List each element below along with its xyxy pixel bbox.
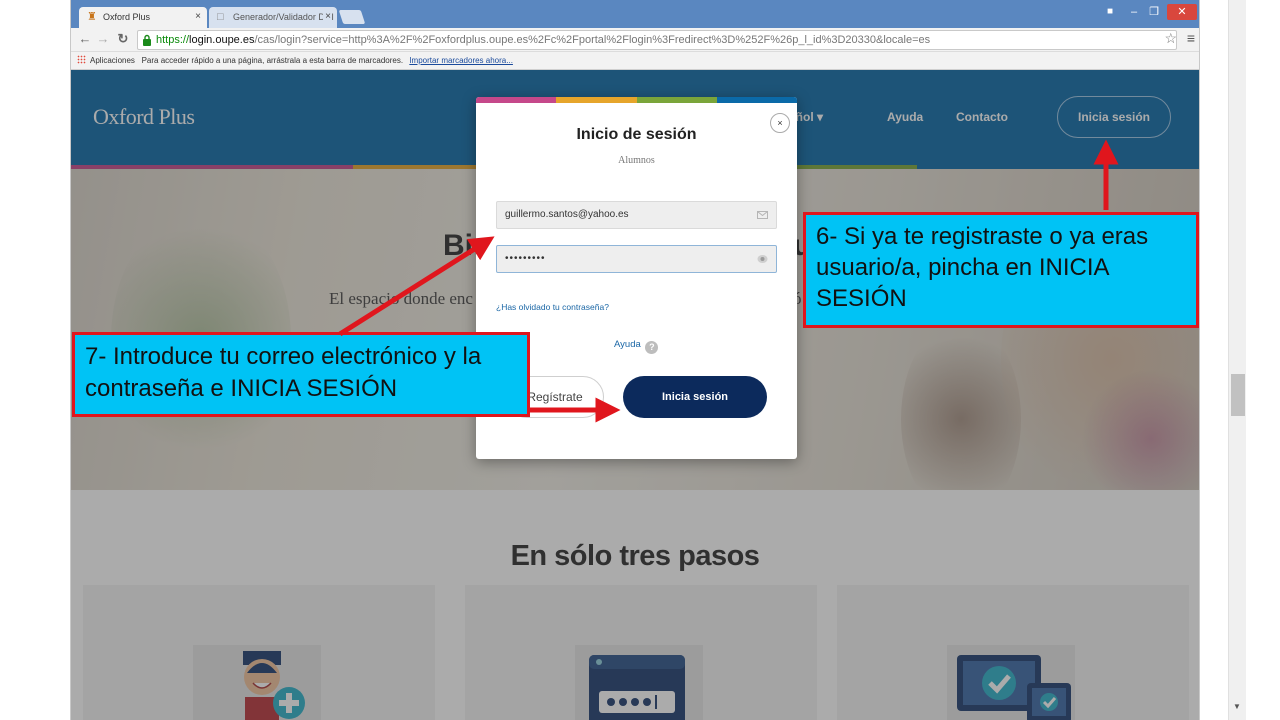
login-submit-button[interactable]: Inicia sesión — [623, 376, 767, 418]
password-field[interactable]: ••••••••• — [496, 245, 777, 273]
restore-icon[interactable]: ❐ — [1143, 4, 1165, 20]
stripe-segment — [556, 97, 637, 103]
window-close-icon[interactable]: ✕ — [1167, 4, 1197, 20]
envelope-icon — [757, 211, 768, 219]
back-arrow-icon[interactable]: ← — [77, 31, 93, 47]
oxford-favicon-icon: ♜ — [87, 11, 97, 23]
email-value: guillermo.santos@yahoo.es — [505, 209, 629, 220]
tab-strip: ♜ Oxford Plus × □ Generador/Validador DN… — [71, 0, 1199, 28]
help-link[interactable]: Ayuda ? — [614, 339, 659, 354]
tab-oxford-plus[interactable]: ♜ Oxford Plus × — [79, 7, 207, 28]
address-bar[interactable]: https://login.oupe.es/cas/login?service=… — [137, 30, 1177, 50]
menu-icon[interactable]: ≡ — [1187, 30, 1195, 46]
tab-generador-dni[interactable]: □ Generador/Validador DNI × — [209, 7, 337, 28]
minimize-icon[interactable]: – — [1123, 4, 1145, 20]
tab-close-icon[interactable]: × — [195, 11, 201, 22]
new-tab-button[interactable] — [338, 10, 366, 24]
forward-arrow-icon[interactable]: → — [95, 31, 111, 47]
bookmarks-hint: Para acceder rápido a una página, arrást… — [141, 56, 404, 65]
stripe-segment — [476, 97, 557, 103]
url-scheme: https:// — [156, 34, 190, 46]
bookmark-star-icon[interactable]: ☆ — [1164, 30, 1177, 47]
instruction-callout-step-7: 7- Introduce tu correo electrónico y la … — [72, 332, 530, 417]
scrollbar-thumb[interactable] — [1231, 374, 1245, 416]
modal-subtitle: Alumnos — [618, 155, 655, 166]
modal-title: Inicio de sesión — [576, 126, 697, 143]
url-path: /cas/login?service=http%3A%2F%2Foxfordpl… — [254, 34, 931, 46]
tab-title: Oxford Plus — [103, 12, 151, 22]
password-value: ••••••••• — [505, 253, 546, 264]
url-host: login.oupe.es — [189, 34, 255, 46]
apps-grid-icon[interactable] — [77, 55, 86, 64]
email-field[interactable]: guillermo.santos@yahoo.es — [496, 201, 777, 229]
screenshot-stage: ♜ Oxford Plus × □ Generador/Validador DN… — [0, 0, 1280, 720]
bookmarks-apps[interactable]: Aplicaciones — [90, 56, 135, 65]
modal-color-stripe — [476, 97, 797, 103]
stripe-segment — [716, 97, 797, 103]
page-favicon-icon: □ — [217, 11, 224, 23]
tab-title: Generador/Validador DNI — [233, 12, 334, 22]
import-bookmarks-link[interactable]: Importar marcadores ahora... — [409, 56, 513, 65]
reload-icon[interactable]: ↻ — [115, 31, 131, 47]
stripe-segment — [636, 97, 717, 103]
forgot-password-link[interactable]: ¿Has olvidado tu contraseña? — [496, 302, 609, 312]
tab-close-icon[interactable]: × — [323, 11, 331, 22]
browser-toolbar: ← → ↻ https://login.oupe.es/cas/login?se… — [71, 28, 1199, 52]
help-question-icon: ? — [645, 341, 659, 354]
lock-icon — [143, 34, 151, 46]
eye-icon[interactable] — [757, 254, 768, 264]
user-profile-icon[interactable]: ■ — [1099, 4, 1121, 20]
vertical-scrollbar[interactable]: ▼ — [1228, 0, 1246, 720]
bookmarks-bar: Aplicaciones Para acceder rápido a una p… — [71, 52, 1199, 70]
instruction-callout-step-6: 6- Si ya te registraste o ya eras usuari… — [803, 212, 1199, 328]
help-label: Ayuda — [614, 339, 641, 350]
scroll-down-arrow-icon[interactable]: ▼ — [1233, 702, 1241, 711]
